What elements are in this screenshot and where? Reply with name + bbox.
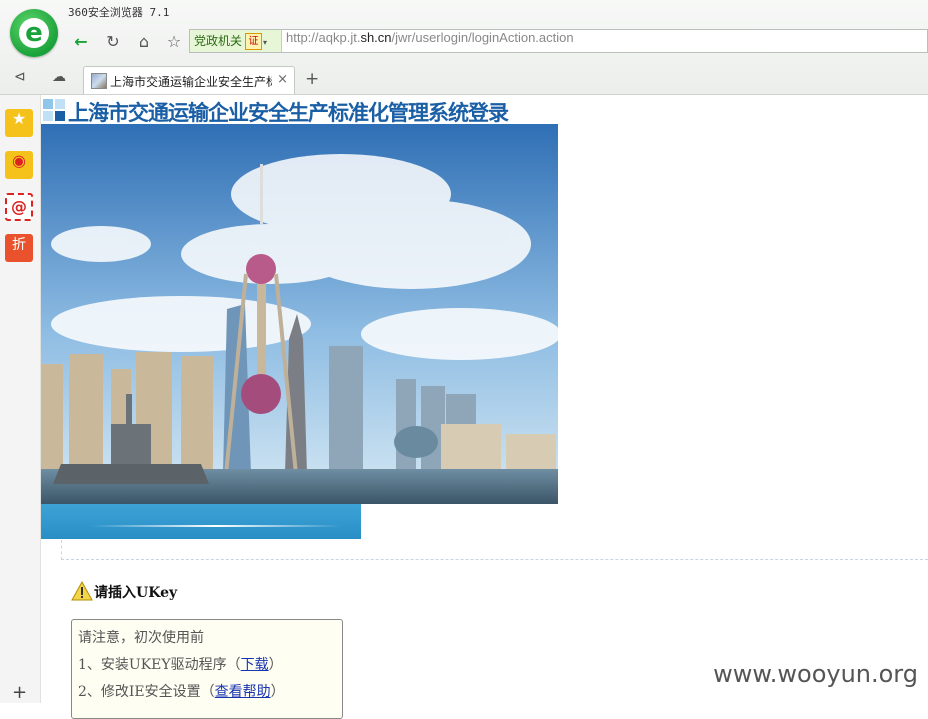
address-bar[interactable]: 党政机关证 ▾ http://aqkp.jt.sh.cn/jwr/userlogi…	[189, 29, 928, 53]
url-suffix: /jwr/userlogin/loginAction.action	[391, 30, 574, 45]
close-icon[interactable]: ×	[277, 72, 288, 87]
browser-logo-icon: e	[10, 9, 58, 57]
notice-step-1-text: 1、安装UKEY驱动程序（	[78, 657, 241, 673]
notice-step-1-close: ）	[268, 657, 283, 673]
refresh-icon[interactable]: ↻	[100, 31, 126, 53]
view-help-link[interactable]: 查看帮助	[215, 684, 271, 700]
tab-title: 上海市交通运输企业安全生产标	[110, 75, 272, 89]
url-prefix: http://aqkp.jt.	[286, 30, 361, 45]
tab-favicon-icon	[91, 73, 107, 89]
banner-blue-bar	[41, 504, 361, 539]
sidebar-add-button[interactable]: +	[12, 682, 27, 703]
tab-active[interactable]: 上海市交通运输企业安全生产标 ×	[83, 66, 295, 94]
back-icon[interactable]: ←	[68, 31, 94, 53]
download-driver-link[interactable]: 下载	[241, 657, 269, 673]
notice-step-1: 1、安装UKEY驱动程序（下载）	[78, 654, 283, 674]
home-icon[interactable]: ⌂	[131, 31, 157, 53]
first-use-notice: 请注意，初次使用前 1、安装UKEY驱动程序（下载） 2、修改IE安全设置（查看…	[71, 619, 343, 719]
url-domain: sh.cn	[360, 30, 392, 45]
discount-icon[interactable]: 折	[5, 234, 33, 262]
weibo-icon[interactable]: ◉	[5, 151, 33, 179]
notice-heading: 请注意，初次使用前	[78, 630, 204, 646]
url-text[interactable]: http://aqkp.jt.sh.cn/jwr/userlogin/login…	[286, 30, 574, 45]
cert-seal-icon: 证	[245, 33, 263, 50]
sidebar: ★ ◉ @ 折 +	[0, 95, 41, 703]
city-skyline-banner	[41, 124, 558, 504]
notice-step-2-close: ）	[270, 684, 285, 700]
watermark-text: www.wooyun.org	[713, 660, 918, 688]
page-title: 上海市交通运输企业安全生产标准化管理系统登录	[68, 101, 509, 125]
gov-cert-badge[interactable]: 党政机关证 ▾	[190, 30, 282, 52]
collapse-sidebar-icon[interactable]: ⊲	[14, 69, 26, 85]
cloud-icon[interactable]: ☁	[52, 69, 66, 85]
warning-icon	[71, 580, 93, 601]
favorites-star-icon[interactable]: ★	[5, 109, 33, 137]
new-tab-button[interactable]: +	[305, 69, 319, 89]
bookmark-star-icon[interactable]: ☆	[161, 31, 187, 53]
browser-chrome: e 360安全浏览器 7.1 ← ↻ ⌂ ☆ 党政机关证 ▾ http://aqk…	[0, 0, 928, 95]
app-title: 360安全浏览器 7.1	[68, 6, 170, 19]
gov-cert-label: 党政机关	[194, 34, 243, 48]
chevron-down-icon: ▾	[263, 38, 268, 47]
mail-icon[interactable]: @	[5, 193, 33, 221]
notice-step-2-text: 2、修改IE安全设置（	[78, 684, 215, 700]
notice-step-2: 2、修改IE安全设置（查看帮助）	[78, 681, 285, 701]
content-divider	[61, 540, 928, 560]
title-logo-icon	[43, 99, 65, 121]
insert-ukey-message: 请插入UKey	[94, 585, 178, 601]
